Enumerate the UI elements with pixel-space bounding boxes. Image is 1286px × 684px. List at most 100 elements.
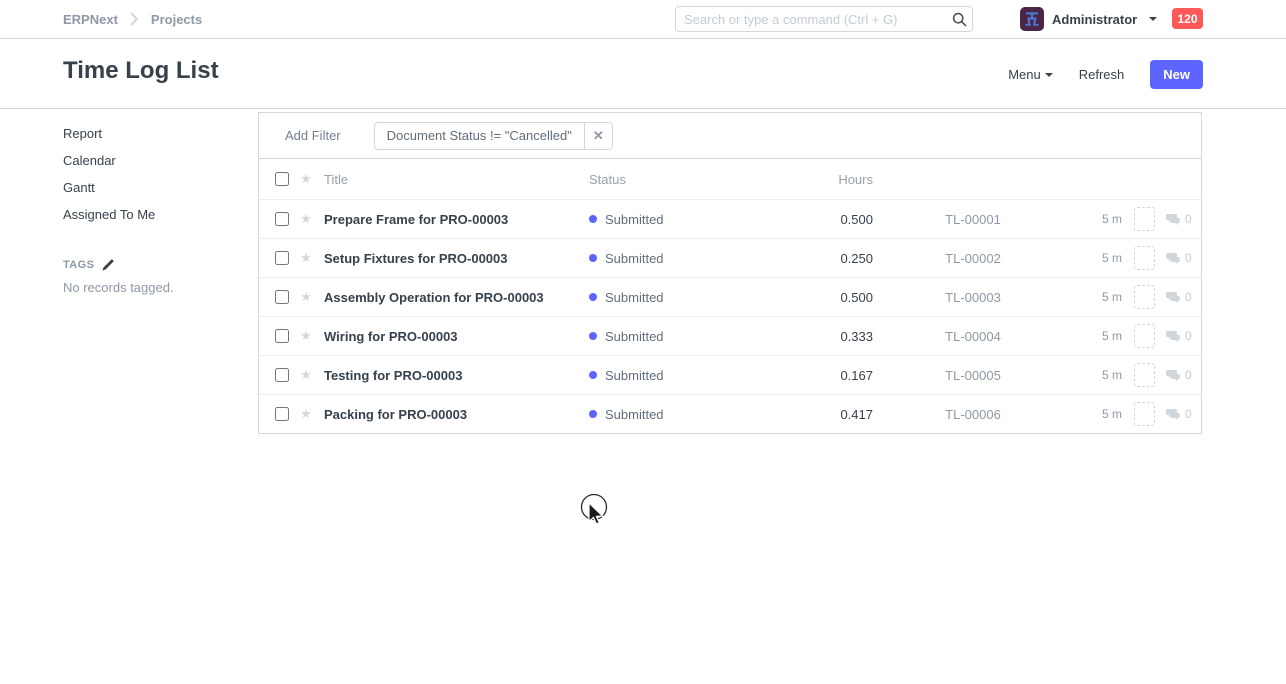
assign-placeholder[interactable] — [1134, 285, 1155, 309]
doc-id: TL-00003 — [873, 290, 1073, 305]
app-window: ERPNext Projects — [0, 0, 1286, 684]
status-label: Submitted — [605, 329, 664, 344]
status-dot-icon — [589, 410, 597, 418]
row-checkbox[interactable] — [275, 251, 289, 265]
breadcrumb: ERPNext Projects — [63, 0, 202, 38]
user-menu[interactable]: Administrator — [1020, 0, 1157, 38]
comment-count: 0 — [1166, 251, 1192, 265]
star-icon[interactable]: ★ — [298, 406, 314, 422]
comment-count-value: 0 — [1185, 251, 1192, 265]
assign-placeholder[interactable] — [1134, 402, 1155, 426]
comment-icon — [1166, 369, 1181, 382]
row-checkbox[interactable] — [275, 290, 289, 304]
top-navbar: ERPNext Projects — [0, 0, 1286, 39]
search-icon[interactable] — [946, 12, 972, 27]
breadcrumb-item-projects[interactable]: Projects — [151, 12, 202, 27]
status-dot-icon — [589, 254, 597, 262]
comment-count-value: 0 — [1185, 407, 1192, 421]
assign-placeholder[interactable] — [1134, 207, 1155, 231]
status-indicator: Submitted — [589, 368, 759, 383]
status-dot-icon — [589, 293, 597, 301]
tags-empty-text: No records tagged. — [63, 280, 243, 295]
filter-condition[interactable]: Document Status != "Cancelled" — [375, 123, 584, 149]
status-label: Submitted — [605, 290, 664, 305]
modified-ago: 5 m — [1073, 329, 1122, 343]
hours-value: 0.500 — [759, 212, 873, 227]
status-dot-icon — [589, 332, 597, 340]
status-indicator: Submitted — [589, 329, 759, 344]
star-icon[interactable]: ★ — [298, 328, 314, 344]
doc-id: TL-00002 — [873, 251, 1073, 266]
modified-ago: 5 m — [1073, 290, 1122, 304]
comment-count: 0 — [1166, 368, 1192, 382]
row-title-link[interactable]: Packing for PRO-00003 — [324, 407, 589, 422]
page-title: Time Log List — [63, 57, 219, 85]
status-dot-icon — [589, 371, 597, 379]
doc-id: TL-00001 — [873, 212, 1073, 227]
row-checkbox-cell — [275, 368, 290, 382]
comment-icon — [1166, 213, 1181, 226]
comment-icon — [1166, 291, 1181, 304]
assign-placeholder[interactable] — [1134, 324, 1155, 348]
sidebar-item-calendar[interactable]: Calendar — [63, 148, 243, 174]
select-all-checkbox[interactable] — [275, 172, 289, 186]
comment-count-value: 0 — [1185, 368, 1192, 382]
row-title-link[interactable]: Assembly Operation for PRO-00003 — [324, 290, 589, 305]
doc-id: TL-00006 — [873, 407, 1073, 422]
mouse-cursor — [578, 490, 620, 534]
star-icon[interactable]: ★ — [298, 367, 314, 383]
search-input[interactable] — [676, 12, 946, 27]
new-button[interactable]: New — [1150, 60, 1203, 89]
modified-ago: 5 m — [1073, 368, 1122, 382]
add-filter-button[interactable]: Add Filter — [285, 128, 341, 143]
menu-dropdown-button[interactable]: Menu — [1008, 67, 1053, 82]
row-checkbox[interactable] — [275, 368, 289, 382]
status-indicator: Submitted — [589, 407, 759, 422]
remove-filter-icon[interactable]: ✕ — [584, 123, 612, 149]
page-header: Time Log List Menu Refresh New — [0, 39, 1286, 109]
row-title-link[interactable]: Setup Fixtures for PRO-00003 — [324, 251, 589, 266]
chevron-down-icon — [1149, 17, 1157, 21]
notification-badge[interactable]: 120 — [1172, 8, 1203, 29]
row-title-link[interactable]: Testing for PRO-00003 — [324, 368, 589, 383]
row-title-link[interactable]: Wiring for PRO-00003 — [324, 329, 589, 344]
table-row[interactable]: ★ Assembly Operation for PRO-00003 Submi… — [259, 277, 1201, 316]
assign-placeholder[interactable] — [1134, 363, 1155, 387]
hours-value: 0.500 — [759, 290, 873, 305]
sidebar-item-gantt[interactable]: Gantt — [63, 175, 243, 201]
list-sidebar: Report Calendar Gantt Assigned To Me TAG… — [63, 121, 243, 295]
comment-count: 0 — [1166, 407, 1192, 421]
user-name: Administrator — [1052, 12, 1137, 27]
status-indicator: Submitted — [589, 251, 759, 266]
hours-value: 0.417 — [759, 407, 873, 422]
row-checkbox-cell — [275, 251, 290, 265]
table-row[interactable]: ★ Setup Fixtures for PRO-00003 Submitted… — [259, 238, 1201, 277]
table-row[interactable]: ★ Prepare Frame for PRO-00003 Submitted … — [259, 199, 1201, 238]
row-checkbox[interactable] — [275, 407, 289, 421]
sidebar-item-assigned-to-me[interactable]: Assigned To Me — [63, 202, 243, 228]
row-checkbox[interactable] — [275, 212, 289, 226]
star-icon[interactable]: ★ — [298, 250, 314, 266]
status-indicator: Submitted — [589, 290, 759, 305]
hours-value: 0.333 — [759, 329, 873, 344]
row-checkbox[interactable] — [275, 329, 289, 343]
brand-link[interactable]: ERPNext — [63, 12, 118, 27]
list-header-row: ★ Title Status Hours — [259, 158, 1201, 199]
row-title-link[interactable]: Prepare Frame for PRO-00003 — [324, 212, 589, 227]
table-row[interactable]: ★ Packing for PRO-00003 Submitted 0.417 … — [259, 394, 1201, 433]
comment-count: 0 — [1166, 290, 1192, 304]
assign-placeholder[interactable] — [1134, 246, 1155, 270]
doc-id: TL-00004 — [873, 329, 1073, 344]
doc-id: TL-00005 — [873, 368, 1073, 383]
star-icon[interactable]: ★ — [298, 171, 314, 187]
edit-tags-pencil-icon[interactable] — [102, 258, 115, 271]
table-row[interactable]: ★ Testing for PRO-00003 Submitted 0.167 … — [259, 355, 1201, 394]
star-icon[interactable]: ★ — [298, 289, 314, 305]
table-row[interactable]: ★ Wiring for PRO-00003 Submitted 0.333 T… — [259, 316, 1201, 355]
refresh-button[interactable]: Refresh — [1079, 67, 1125, 82]
sidebar-item-report[interactable]: Report — [63, 121, 243, 147]
modified-ago: 5 m — [1073, 212, 1122, 226]
active-filter-pill: Document Status != "Cancelled" ✕ — [374, 122, 613, 150]
chevron-right-icon — [130, 12, 139, 26]
star-icon[interactable]: ★ — [298, 211, 314, 227]
